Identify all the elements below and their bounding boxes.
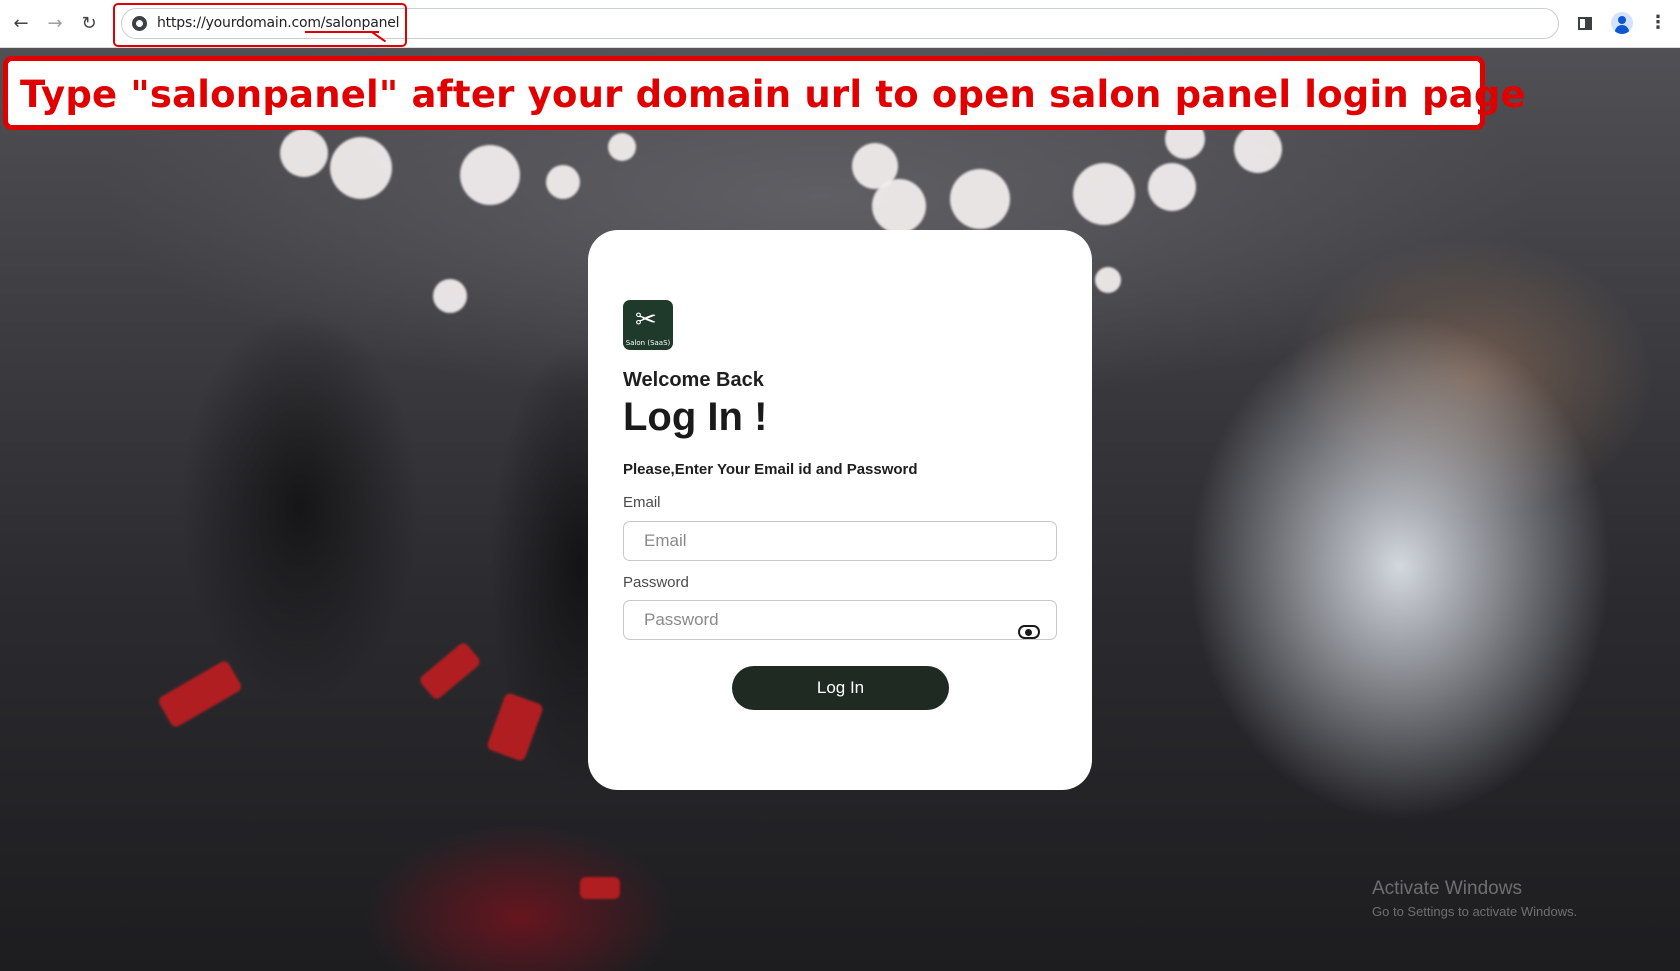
watermark-subtitle: Go to Settings to activate Windows. [1372, 904, 1578, 919]
password-field[interactable] [623, 600, 1057, 640]
profile-icon[interactable] [1610, 11, 1634, 35]
reload-icon[interactable]: ↻ [76, 10, 102, 36]
arrow-left-icon[interactable]: ← [8, 10, 34, 36]
welcome-text: Welcome Back [623, 369, 764, 391]
page-title: Log In ! [623, 395, 768, 439]
instruction-banner: Type "salonpanel" after your domain url … [3, 56, 1526, 130]
eye-icon[interactable] [1018, 625, 1040, 639]
email-label: Email [623, 494, 661, 511]
login-card: ✂ Salon (SaaS) Welcome Back Log In ! Ple… [588, 230, 1092, 790]
instruction-text: Type "salonpanel" after your domain url … [20, 73, 1526, 116]
scissors-comb-icon: ✂ [635, 305, 657, 335]
salon-logo: ✂ Salon (SaaS) [623, 300, 673, 350]
activation-watermark: Activate Windows Go to Settings to activ… [1372, 878, 1577, 919]
url-underline-mark [305, 31, 379, 33]
login-button[interactable]: Log In [732, 666, 949, 710]
side-panel-icon[interactable] [1573, 11, 1597, 35]
login-instructions: Please,Enter Your Email id and Password [623, 461, 918, 478]
more-vertical-icon[interactable]: ⋮ [1646, 11, 1670, 35]
email-field[interactable] [623, 521, 1057, 561]
logo-label: Salon (SaaS) [625, 339, 671, 347]
url-highlight-box [113, 3, 407, 47]
password-label: Password [623, 574, 689, 591]
watermark-title: Activate Windows [1372, 878, 1522, 899]
arrow-right-icon[interactable]: → [42, 10, 68, 36]
